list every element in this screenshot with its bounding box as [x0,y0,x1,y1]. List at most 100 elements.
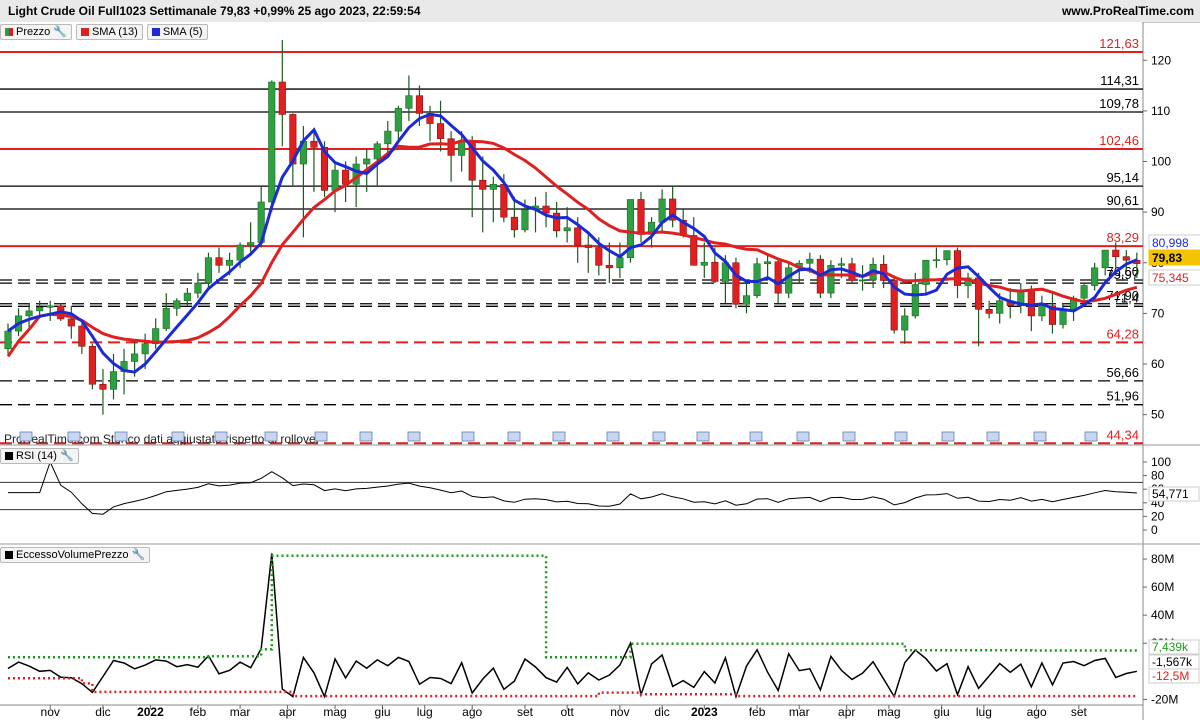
event-icon [796,431,810,442]
candle-body [394,108,402,132]
legend-rsi-label: RSI (14) [16,449,57,462]
event-icon [114,431,128,442]
price-badge: 80,998 [1148,234,1200,251]
candle-body [932,259,940,262]
candle-body [616,257,624,269]
candle-body [25,310,33,317]
x-tick-label: 2023 [691,705,718,719]
legend-vol-item[interactable]: EccessoVolumePrezzo 🔧 [0,546,151,563]
event-icon [552,431,566,442]
price-tick-label: 100 [1151,155,1171,169]
candle-body [1112,249,1120,257]
candle-body [510,216,518,231]
legend-prezzo-label: Prezzo [16,25,51,38]
candle [88,343,96,390]
chart-canvas: 121,63 114,31 109,78 102,46 95,14 90,61 83,29 7… [0,22,1200,720]
candle-body [605,264,613,269]
legend-sma13[interactable]: SMA (13) [75,23,143,40]
event-icon [1084,431,1098,442]
price-badge-label: 80,998 [1152,236,1189,250]
price-tick-label: 90 [1151,205,1165,219]
candle-body [384,130,392,145]
candle-body [46,305,54,308]
candle-body [837,263,846,266]
rsi-line [8,460,1137,515]
rsi-tick-label: 80 [1151,469,1165,483]
candle-body [700,261,708,266]
candle-body [215,257,223,266]
candle-body [785,267,793,294]
event-icon [214,431,228,442]
price-badge-label: 75,345 [1152,271,1189,285]
rsi-tick-label: 0 [1151,523,1158,537]
price-tick-label: 50 [1151,408,1165,422]
candle-body [500,183,508,218]
candle-body [658,198,666,223]
event-icon [19,431,33,442]
rsi-tick-label: 20 [1151,509,1165,523]
rsi-swatch [5,451,13,460]
candle [785,262,793,299]
candle-body [858,279,867,282]
candle-body [901,315,909,331]
candle [753,257,761,299]
x-tick-label: mag [877,705,900,719]
level-label: 121,63 [1099,36,1139,51]
event-icon [359,431,373,442]
x-tick-label: 2022 [137,705,164,719]
candle [827,260,835,299]
vol-tick-label: 40M [1151,608,1174,622]
legend-rsi: RSI (14) 🔧 [0,447,79,464]
x-tick-label: lug [417,705,433,719]
wrench-icon[interactable]: 🔧 [132,548,146,561]
event-icon [264,431,278,442]
vol-tick-label: -20M [1151,692,1178,706]
candle-body [162,308,170,329]
price-tick-label: 120 [1151,53,1171,67]
price-badge-label: 79,83 [1152,251,1182,265]
x-tick-label: set [1071,705,1088,719]
event-icon [652,431,666,442]
sma13-swatch [80,27,89,36]
event-icon [314,431,328,442]
x-tick-label: dic [654,705,669,719]
candle-body [78,325,86,347]
vol-badge-label: -12,5M [1152,669,1189,683]
legend-prezzo[interactable]: Prezzo 🔧 [0,23,72,40]
candle-body [1122,256,1130,261]
candle-body [447,138,455,156]
candle-body [985,309,993,314]
candle-body [183,292,191,302]
price-badge: 75,345 [1148,269,1200,286]
event-icon [507,431,521,442]
candle-body [806,258,814,264]
vol-oscillator-line [7,553,1138,700]
candle-body [310,140,318,148]
vol-badge-label: 7,439k [1152,640,1189,654]
candle-body [415,95,424,114]
x-tick-label: ott [560,705,574,719]
candle [268,80,276,213]
candle-body [436,123,445,140]
candle [204,252,212,289]
candle-body [742,295,751,305]
candle-body [99,383,107,390]
candle-body [584,244,592,248]
event-icon [842,431,856,442]
candle-body [1080,285,1088,299]
x-tick-label: ago [462,705,482,719]
candle-body [268,81,276,203]
legend-rsi-item[interactable]: RSI (14) 🔧 [0,447,79,464]
candle-body [574,227,582,246]
event-icon [67,431,81,442]
candle-body [67,318,75,327]
candle-body [1027,290,1035,317]
wrench-icon[interactable]: 🔧 [60,449,74,462]
wrench-icon[interactable]: 🔧 [53,25,67,38]
candle-body [690,235,698,266]
event-icon [696,431,710,442]
legend-sma5[interactable]: SMA (5) [146,23,208,40]
vol-tick-label: 80M [1151,552,1174,566]
x-tick-label: mar [230,705,251,719]
event-icon [941,431,955,442]
